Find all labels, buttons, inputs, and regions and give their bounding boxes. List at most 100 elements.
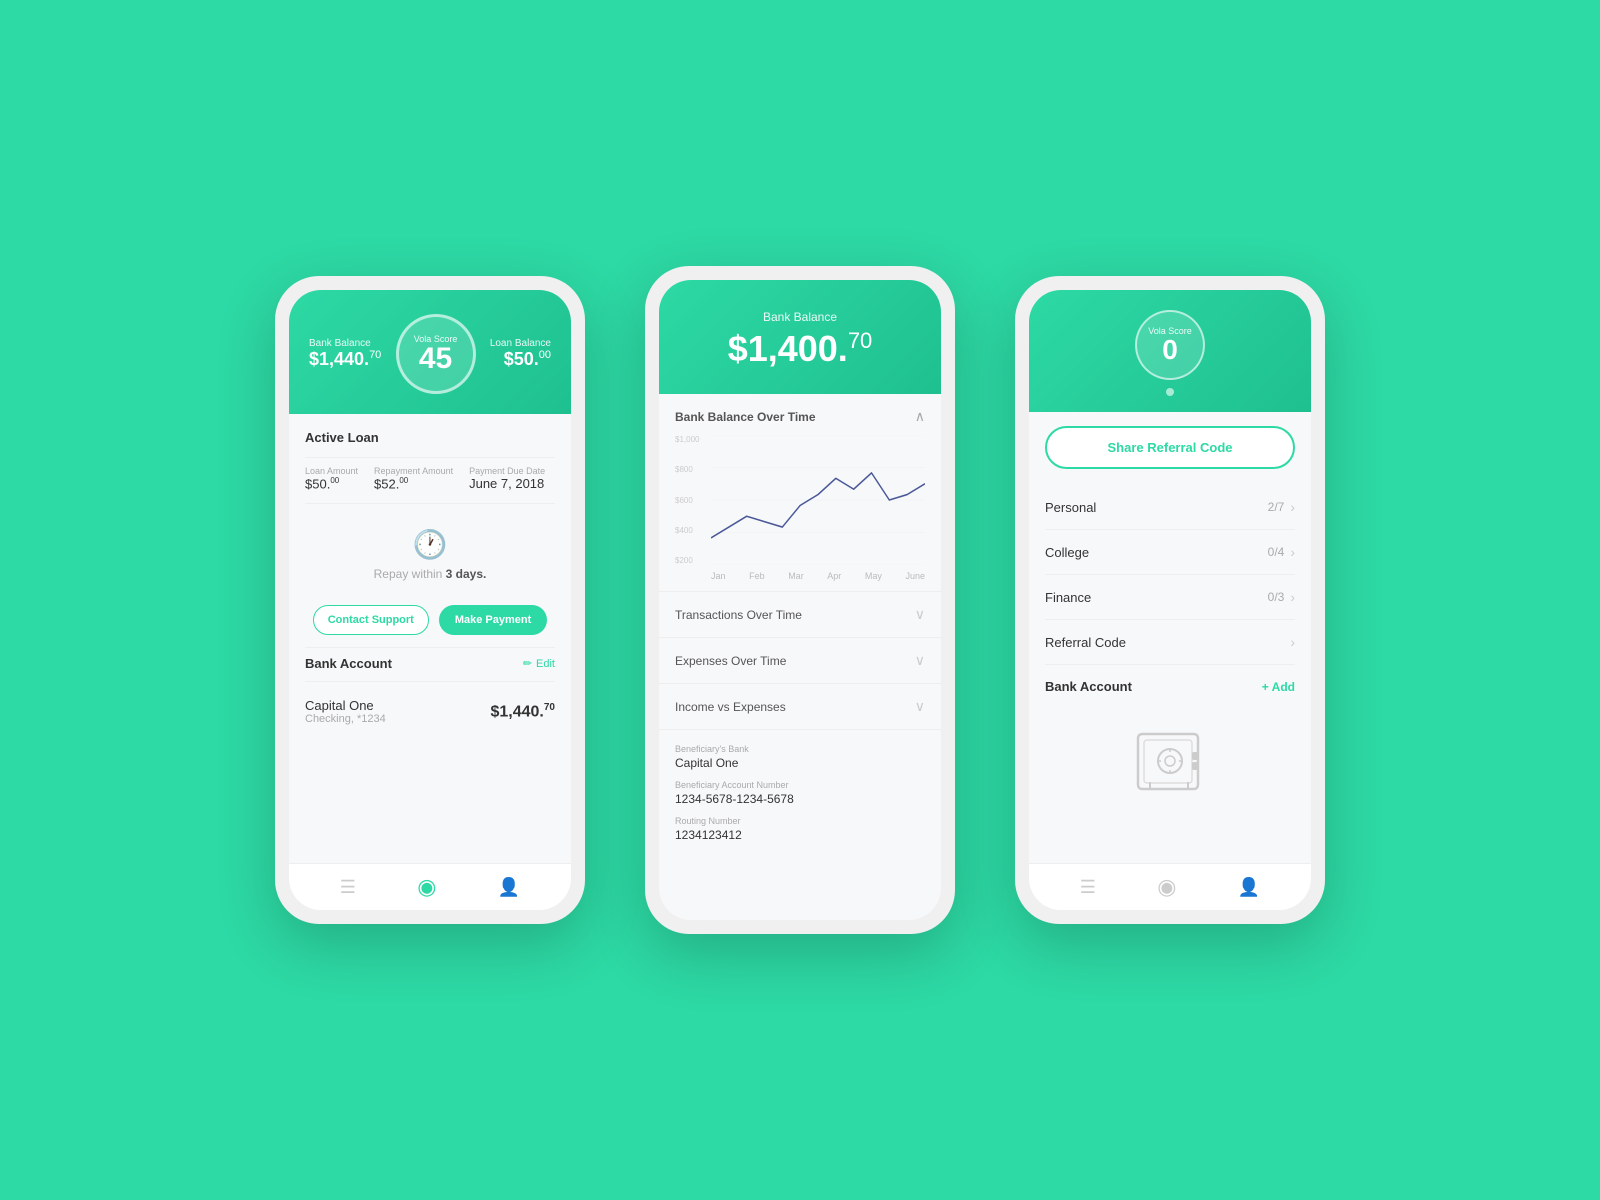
divider-1 [305, 457, 555, 458]
chart-svg [711, 435, 925, 565]
accordion-transactions-label: Transactions Over Time [675, 608, 802, 622]
nav-person-icon[interactable]: 👤 [498, 877, 520, 898]
p2-balance-label: Bank Balance [679, 310, 921, 324]
accordion-expenses-label: Expenses Over Time [675, 654, 786, 668]
divider-2 [305, 503, 555, 504]
p3-vola-circle: Vola Score 0 [1135, 310, 1205, 380]
share-referral-button[interactable]: Share Referral Code [1045, 426, 1295, 469]
menu-item-finance[interactable]: Finance 0/3 › [1045, 575, 1295, 620]
p3-bank-account-title: Bank Account [1045, 679, 1132, 694]
phone-2: Bank Balance $1,400.70 Bank Balance Over… [645, 266, 955, 934]
phone-3: Vola Score 0 Share Referral Code Persona… [1015, 276, 1325, 924]
clock-icon: 🕐 [305, 528, 555, 561]
p2-balance-amount: $1,400.70 [679, 328, 921, 370]
vola-score-circle: Vola Score 45 [396, 314, 476, 394]
accordion-transactions-arrow: ∨ [915, 606, 925, 623]
college-label: College [1045, 545, 1089, 560]
bank-balance-amount: $1,440.70 [309, 349, 381, 370]
repayment-amount-item: Repayment Amount $52.00 [374, 466, 453, 491]
loan-amount-label: Loan Amount [305, 466, 358, 476]
add-bank-link[interactable]: + Add [1262, 680, 1295, 694]
finance-label: Finance [1045, 590, 1091, 605]
bottom-nav-3: ☰ ◉ 👤 [1029, 863, 1311, 910]
phone-2-body: Bank Balance Over Time ∧ $1,000 $800 $60… [659, 394, 941, 920]
referral-code-label: Referral Code [1045, 635, 1126, 650]
accordion-income[interactable]: Income vs Expenses ∨ [659, 683, 941, 729]
safe-icon-container [1045, 704, 1295, 824]
bank-balance-block: Bank Balance $1,440.70 [309, 338, 381, 370]
college-chevron-icon: › [1290, 544, 1295, 560]
phone-2-inner: Bank Balance $1,400.70 Bank Balance Over… [659, 280, 941, 920]
loan-balance-amount: $50.00 [490, 349, 551, 370]
score-dot [1166, 388, 1174, 396]
personal-count: 2/7 [1268, 500, 1285, 514]
phone-3-inner: Vola Score 0 Share Referral Code Persona… [1029, 290, 1311, 910]
accordion-expenses[interactable]: Expenses Over Time ∨ [659, 637, 941, 683]
beneficiary-bank-label: Beneficiary's Bank [675, 744, 925, 754]
accordion-transactions[interactable]: Transactions Over Time ∨ [659, 591, 941, 637]
personal-right: 2/7 › [1268, 499, 1295, 515]
finance-right: 0/3 › [1268, 589, 1295, 605]
safe-svg [1130, 724, 1210, 804]
phone-3-body: Share Referral Code Personal 2/7 › Colle… [1029, 412, 1311, 884]
p3-vola-value: 0 [1162, 336, 1178, 364]
accordion-income-label: Income vs Expenses [675, 700, 786, 714]
edit-icon: ✏ [523, 657, 532, 670]
x-axis-labels: Jan Feb Mar Apr May June [675, 571, 925, 591]
menu-item-college[interactable]: College 0/4 › [1045, 530, 1295, 575]
beneficiary-bank-value: Capital One [675, 756, 925, 770]
make-payment-button[interactable]: Make Payment [439, 605, 547, 635]
account-number-value: 1234-5678-1234-5678 [675, 792, 925, 806]
due-date-value: June 7, 2018 [469, 476, 545, 491]
edit-link[interactable]: ✏ Edit [523, 657, 555, 670]
bank-account-row: Bank Account ✏ Edit [305, 656, 555, 671]
due-date-label: Payment Due Date [469, 466, 545, 476]
vola-score-label: Vola Score [414, 334, 458, 344]
bank-balance-value: $1,440.70 [490, 702, 555, 721]
accordion-income-arrow: ∨ [915, 698, 925, 715]
nav-chart-icon[interactable]: ◉ [417, 874, 436, 900]
college-right: 0/4 › [1268, 544, 1295, 560]
p3-nav-person-icon[interactable]: 👤 [1238, 877, 1260, 898]
phone-1-header: Bank Balance $1,440.70 Vola Score 45 Loa… [289, 290, 571, 414]
loan-amount-value: $50.00 [305, 476, 358, 491]
p3-nav-list-icon[interactable]: ☰ [1080, 877, 1096, 898]
loan-details: Loan Amount $50.00 Repayment Amount $52.… [305, 466, 555, 491]
repayment-value: $52.00 [374, 476, 453, 491]
finance-count: 0/3 [1268, 590, 1285, 604]
bank-balance-label: Bank Balance [309, 338, 381, 349]
referral-code-chevron-icon: › [1290, 634, 1295, 650]
contact-support-button[interactable]: Contact Support [313, 605, 429, 635]
action-buttons: Contact Support Make Payment [305, 605, 555, 635]
repayment-label: Repayment Amount [374, 466, 453, 476]
p3-nav-chart-icon[interactable]: ◉ [1157, 874, 1176, 900]
bank-info-section: Beneficiary's Bank Capital One Beneficia… [659, 729, 941, 866]
menu-item-personal[interactable]: Personal 2/7 › [1045, 485, 1295, 530]
bank-sub: Checking, *1234 [305, 713, 386, 725]
bank-item: Capital One Checking, *1234 $1,440.70 [305, 690, 555, 733]
bank-account-header: Bank Account + Add [1045, 665, 1295, 704]
phone-1-inner: Bank Balance $1,440.70 Vola Score 45 Loa… [289, 290, 571, 910]
menu-item-referral-code[interactable]: Referral Code › [1045, 620, 1295, 665]
chart-collapse-icon[interactable]: ∧ [915, 408, 925, 425]
college-count: 0/4 [1268, 545, 1285, 559]
phone-1: Bank Balance $1,440.70 Vola Score 45 Loa… [275, 276, 585, 924]
due-date-item: Payment Due Date June 7, 2018 [469, 466, 545, 491]
y-axis-labels: $1,000 $800 $600 $400 $200 [675, 435, 709, 565]
bank-name: Capital One [305, 698, 386, 713]
finance-chevron-icon: › [1290, 589, 1295, 605]
chart-title: Bank Balance Over Time [675, 410, 816, 424]
repay-section: 🕐 Repay within 3 days. [305, 512, 555, 593]
bank-info: Capital One Checking, *1234 [305, 698, 386, 725]
personal-chevron-icon: › [1290, 499, 1295, 515]
loan-amount-item: Loan Amount $50.00 [305, 466, 358, 491]
referral-code-right: › [1290, 634, 1295, 650]
divider-3 [305, 647, 555, 648]
repay-text: Repay within 3 days. [305, 567, 555, 581]
chart-header: Bank Balance Over Time ∧ [675, 408, 925, 425]
divider-4 [305, 681, 555, 682]
routing-label: Routing Number [675, 816, 925, 826]
phone-2-header: Bank Balance $1,400.70 [659, 280, 941, 394]
score-indicator [1049, 388, 1291, 396]
nav-list-icon[interactable]: ☰ [340, 877, 356, 898]
